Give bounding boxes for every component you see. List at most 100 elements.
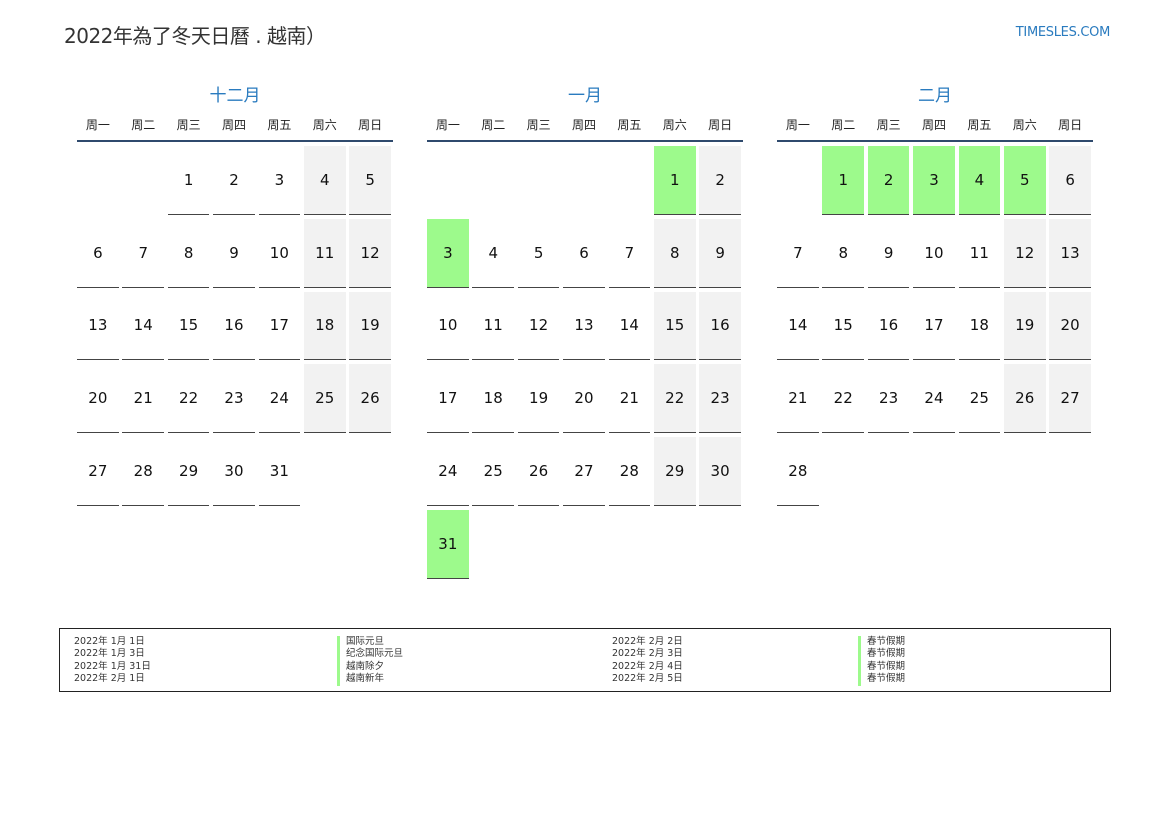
day-cell[interactable]: 22 [653, 364, 696, 434]
day-cell[interactable]: 10 [913, 219, 955, 288]
day-cell[interactable]: 7 [122, 219, 165, 288]
site-link[interactable]: TIMESLES.COM [1016, 25, 1111, 40]
day-cell[interactable]: 19 [1003, 291, 1046, 361]
holiday-day-cell[interactable]: 1 [822, 146, 865, 215]
day-cell[interactable]: 12 [517, 292, 560, 361]
holiday-day-cell[interactable]: 3 [913, 146, 955, 215]
day-cell[interactable]: 15 [167, 292, 210, 361]
day-cell[interactable]: 7 [608, 219, 651, 288]
weekday-label: 周日 [358, 117, 383, 132]
day-cell[interactable]: 21 [777, 364, 819, 434]
day-cell[interactable]: 24 [258, 364, 301, 434]
day-cell[interactable]: 9 [699, 218, 741, 288]
day-cell[interactable]: 20 [563, 364, 605, 434]
day-cell[interactable]: 13 [1049, 218, 1091, 288]
day-cell[interactable]: 14 [777, 292, 819, 361]
day-cell[interactable]: 8 [653, 218, 696, 288]
day-cell[interactable]: 23 [699, 364, 741, 434]
day-cell[interactable]: 27 [1049, 364, 1091, 434]
day-cell[interactable]: 16 [867, 292, 910, 361]
day-cell[interactable]: 23 [213, 364, 255, 434]
day-cell[interactable]: 22 [822, 364, 865, 434]
day-cell[interactable]: 4 [303, 146, 346, 215]
day-cell[interactable]: 26 [517, 437, 560, 506]
day-cell[interactable]: 16 [213, 292, 255, 361]
day-cell[interactable]: 30 [213, 437, 255, 506]
day-cell[interactable]: 5 [517, 219, 560, 288]
day-cell[interactable]: 18 [303, 291, 346, 361]
day-cell[interactable]: 17 [427, 364, 469, 434]
day-cell[interactable]: 2 [213, 146, 255, 215]
day-cell[interactable]: 2 [699, 146, 741, 215]
day-cell[interactable]: 8 [167, 219, 210, 288]
day-cell[interactable]: 11 [958, 219, 1001, 288]
holiday-day-cell[interactable]: 3 [427, 218, 469, 288]
holiday-day-cell[interactable]: 5 [1003, 146, 1046, 215]
day-cell[interactable]: 9 [213, 219, 255, 288]
day-cell[interactable]: 14 [122, 292, 165, 361]
day-cell[interactable]: 20 [1049, 291, 1091, 361]
day-cell[interactable]: 15 [653, 291, 696, 361]
day-cell[interactable]: 17 [913, 292, 955, 361]
day-cell[interactable]: 7 [777, 219, 819, 288]
day-cell[interactable]: 5 [349, 146, 391, 215]
day-cell[interactable]: 12 [1003, 218, 1046, 288]
day-cell[interactable]: 24 [913, 364, 955, 434]
holiday-day-cell[interactable]: 31 [427, 509, 469, 579]
holiday-day-cell[interactable]: 4 [958, 146, 1001, 215]
day-cell[interactable]: 29 [653, 437, 696, 506]
day-cell[interactable]: 25 [472, 437, 515, 506]
day-cell[interactable]: 25 [303, 364, 346, 434]
day-cell[interactable]: 28 [122, 437, 165, 506]
day-cell[interactable]: 4 [472, 219, 515, 288]
day-cell[interactable]: 9 [867, 219, 910, 288]
day-cell[interactable]: 17 [258, 292, 301, 361]
day-cell[interactable]: 24 [427, 437, 469, 506]
day-cell[interactable]: 21 [122, 364, 165, 434]
day-cell[interactable]: 14 [608, 292, 651, 361]
day-cell[interactable]: 27 [77, 437, 119, 506]
day-cell[interactable]: 25 [958, 364, 1001, 434]
day-cell[interactable]: 13 [563, 292, 605, 361]
day-cell[interactable]: 31 [258, 437, 301, 506]
day-cell[interactable]: 29 [167, 437, 210, 506]
day-cell[interactable]: 10 [258, 219, 301, 288]
weekday-label: 周一 [85, 117, 110, 132]
day-cell[interactable]: 28 [777, 437, 819, 506]
day-cell[interactable]: 8 [822, 219, 865, 288]
day-cell[interactable]: 28 [608, 437, 651, 506]
day-cell[interactable]: 18 [958, 292, 1001, 361]
legend-left-names: 国际元旦 纪念国际元旦 越南除夕 越南新年 [337, 636, 403, 686]
day-cell[interactable]: 12 [349, 218, 391, 288]
day-cell[interactable]: 21 [608, 364, 651, 434]
day-cell[interactable]: 19 [349, 291, 391, 361]
weekday-label: 周三 [876, 117, 901, 132]
day-cell[interactable]: 15 [822, 292, 865, 361]
day-cell[interactable]: 1 [167, 146, 210, 215]
day-grid: 1 2 3 4 5 6 7 8 9 10 11 12 13 14 15 16 17 18 19 20 21 22 23 24 2… [427, 146, 743, 579]
holiday-legend: 2022年 1月 1日 2022年 1月 3日 2022年 1月 31日 202… [59, 628, 1111, 692]
day-cell[interactable]: 3 [258, 146, 301, 215]
day-cell[interactable]: 26 [1003, 364, 1046, 434]
holiday-day-cell[interactable]: 1 [653, 146, 696, 215]
day-cell[interactable]: 11 [472, 292, 515, 361]
day-cell[interactable]: 10 [427, 292, 469, 361]
legend-date: 2022年 2月 3日 [612, 648, 683, 660]
day-cell[interactable]: 6 [563, 219, 605, 288]
day-cell[interactable]: 19 [517, 364, 560, 434]
day-cell[interactable]: 6 [77, 219, 119, 288]
day-cell[interactable]: 30 [699, 437, 741, 506]
holiday-day-cell[interactable]: 2 [867, 146, 910, 215]
day-cell[interactable]: 11 [303, 218, 346, 288]
day-cell[interactable]: 13 [77, 292, 119, 361]
day-cell[interactable]: 20 [77, 364, 119, 434]
legend-date: 2022年 1月 1日 [74, 636, 145, 647]
day-cell[interactable]: 27 [563, 437, 605, 506]
day-cell[interactable]: 26 [349, 364, 391, 434]
day-cell[interactable]: 6 [1049, 146, 1091, 215]
day-cell[interactable]: 18 [472, 364, 515, 434]
day-cell[interactable]: 22 [167, 364, 210, 434]
legend-holiday-name: 越南除夕 [337, 660, 403, 674]
day-cell[interactable]: 23 [867, 364, 910, 434]
day-cell[interactable]: 16 [699, 291, 741, 361]
